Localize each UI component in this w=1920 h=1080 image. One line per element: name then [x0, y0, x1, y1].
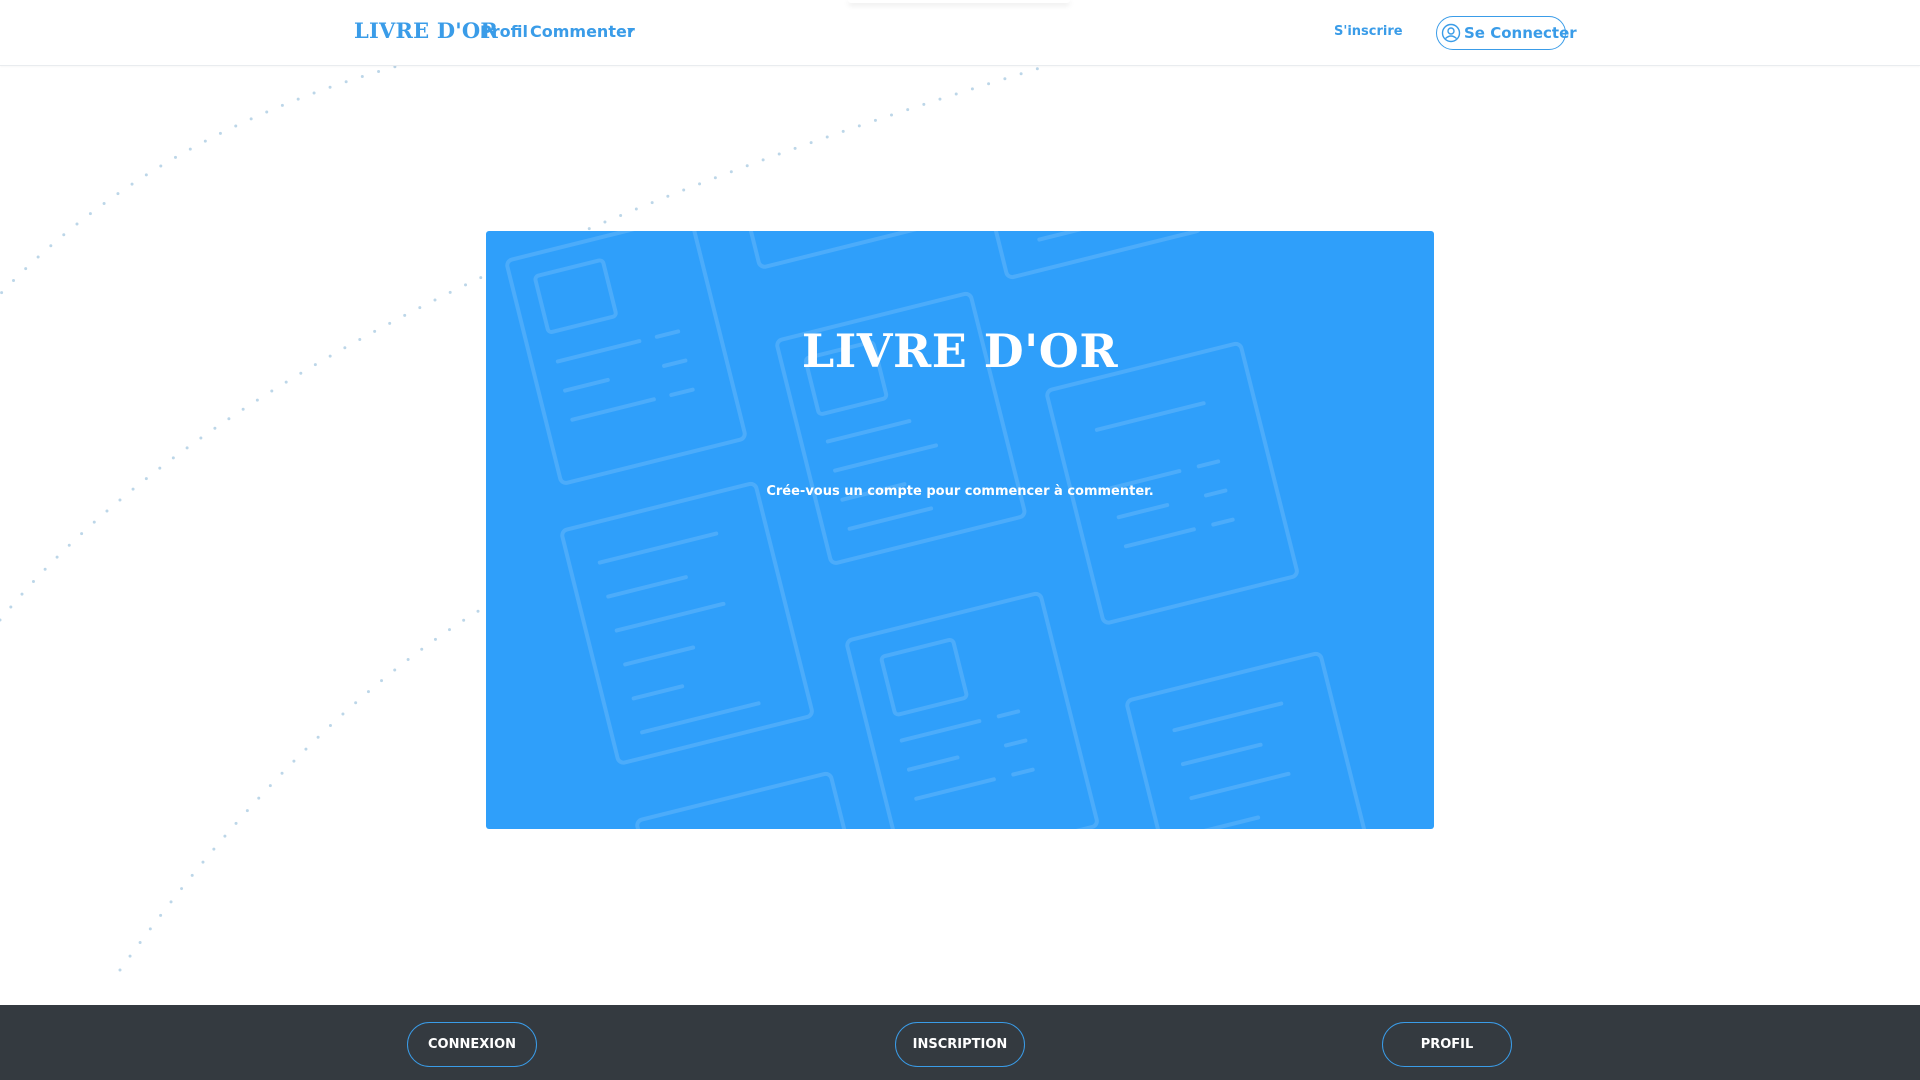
login-button-label: Se Connecter [1464, 24, 1577, 42]
navbar-tab-shadow [848, 0, 1070, 3]
signup-link[interactable]: S'inscrire [1334, 24, 1403, 39]
footer-connexion-button[interactable]: CONNEXION [407, 1022, 537, 1067]
caret-down-icon[interactable] [627, 28, 635, 33]
hero-title: LIVRE D'OR [801, 323, 1119, 378]
top-navbar: LIVRE D'OR Profil Commenter S'inscrire S… [0, 0, 1920, 66]
nav-link-profil[interactable]: Profil [480, 22, 528, 41]
hero-subtitle: Crée-vous un compte pour commencer à com… [766, 484, 1154, 499]
footer-inscription-button[interactable]: INSCRIPTION [895, 1022, 1025, 1067]
nav-link-commenter[interactable]: Commenter [530, 22, 635, 41]
login-button[interactable]: Se Connecter [1436, 16, 1577, 50]
hero-banner: LIVRE D'OR Crée-vous un compte pour comm… [486, 231, 1434, 829]
footer-bar: CONNEXION INSCRIPTION PROFIL [0, 1005, 1920, 1080]
user-circle-icon [1441, 23, 1461, 43]
footer-profil-button[interactable]: PROFIL [1382, 1022, 1512, 1067]
document-pattern-background [505, 231, 1379, 829]
brand-logo[interactable]: LIVRE D'OR [354, 18, 498, 43]
